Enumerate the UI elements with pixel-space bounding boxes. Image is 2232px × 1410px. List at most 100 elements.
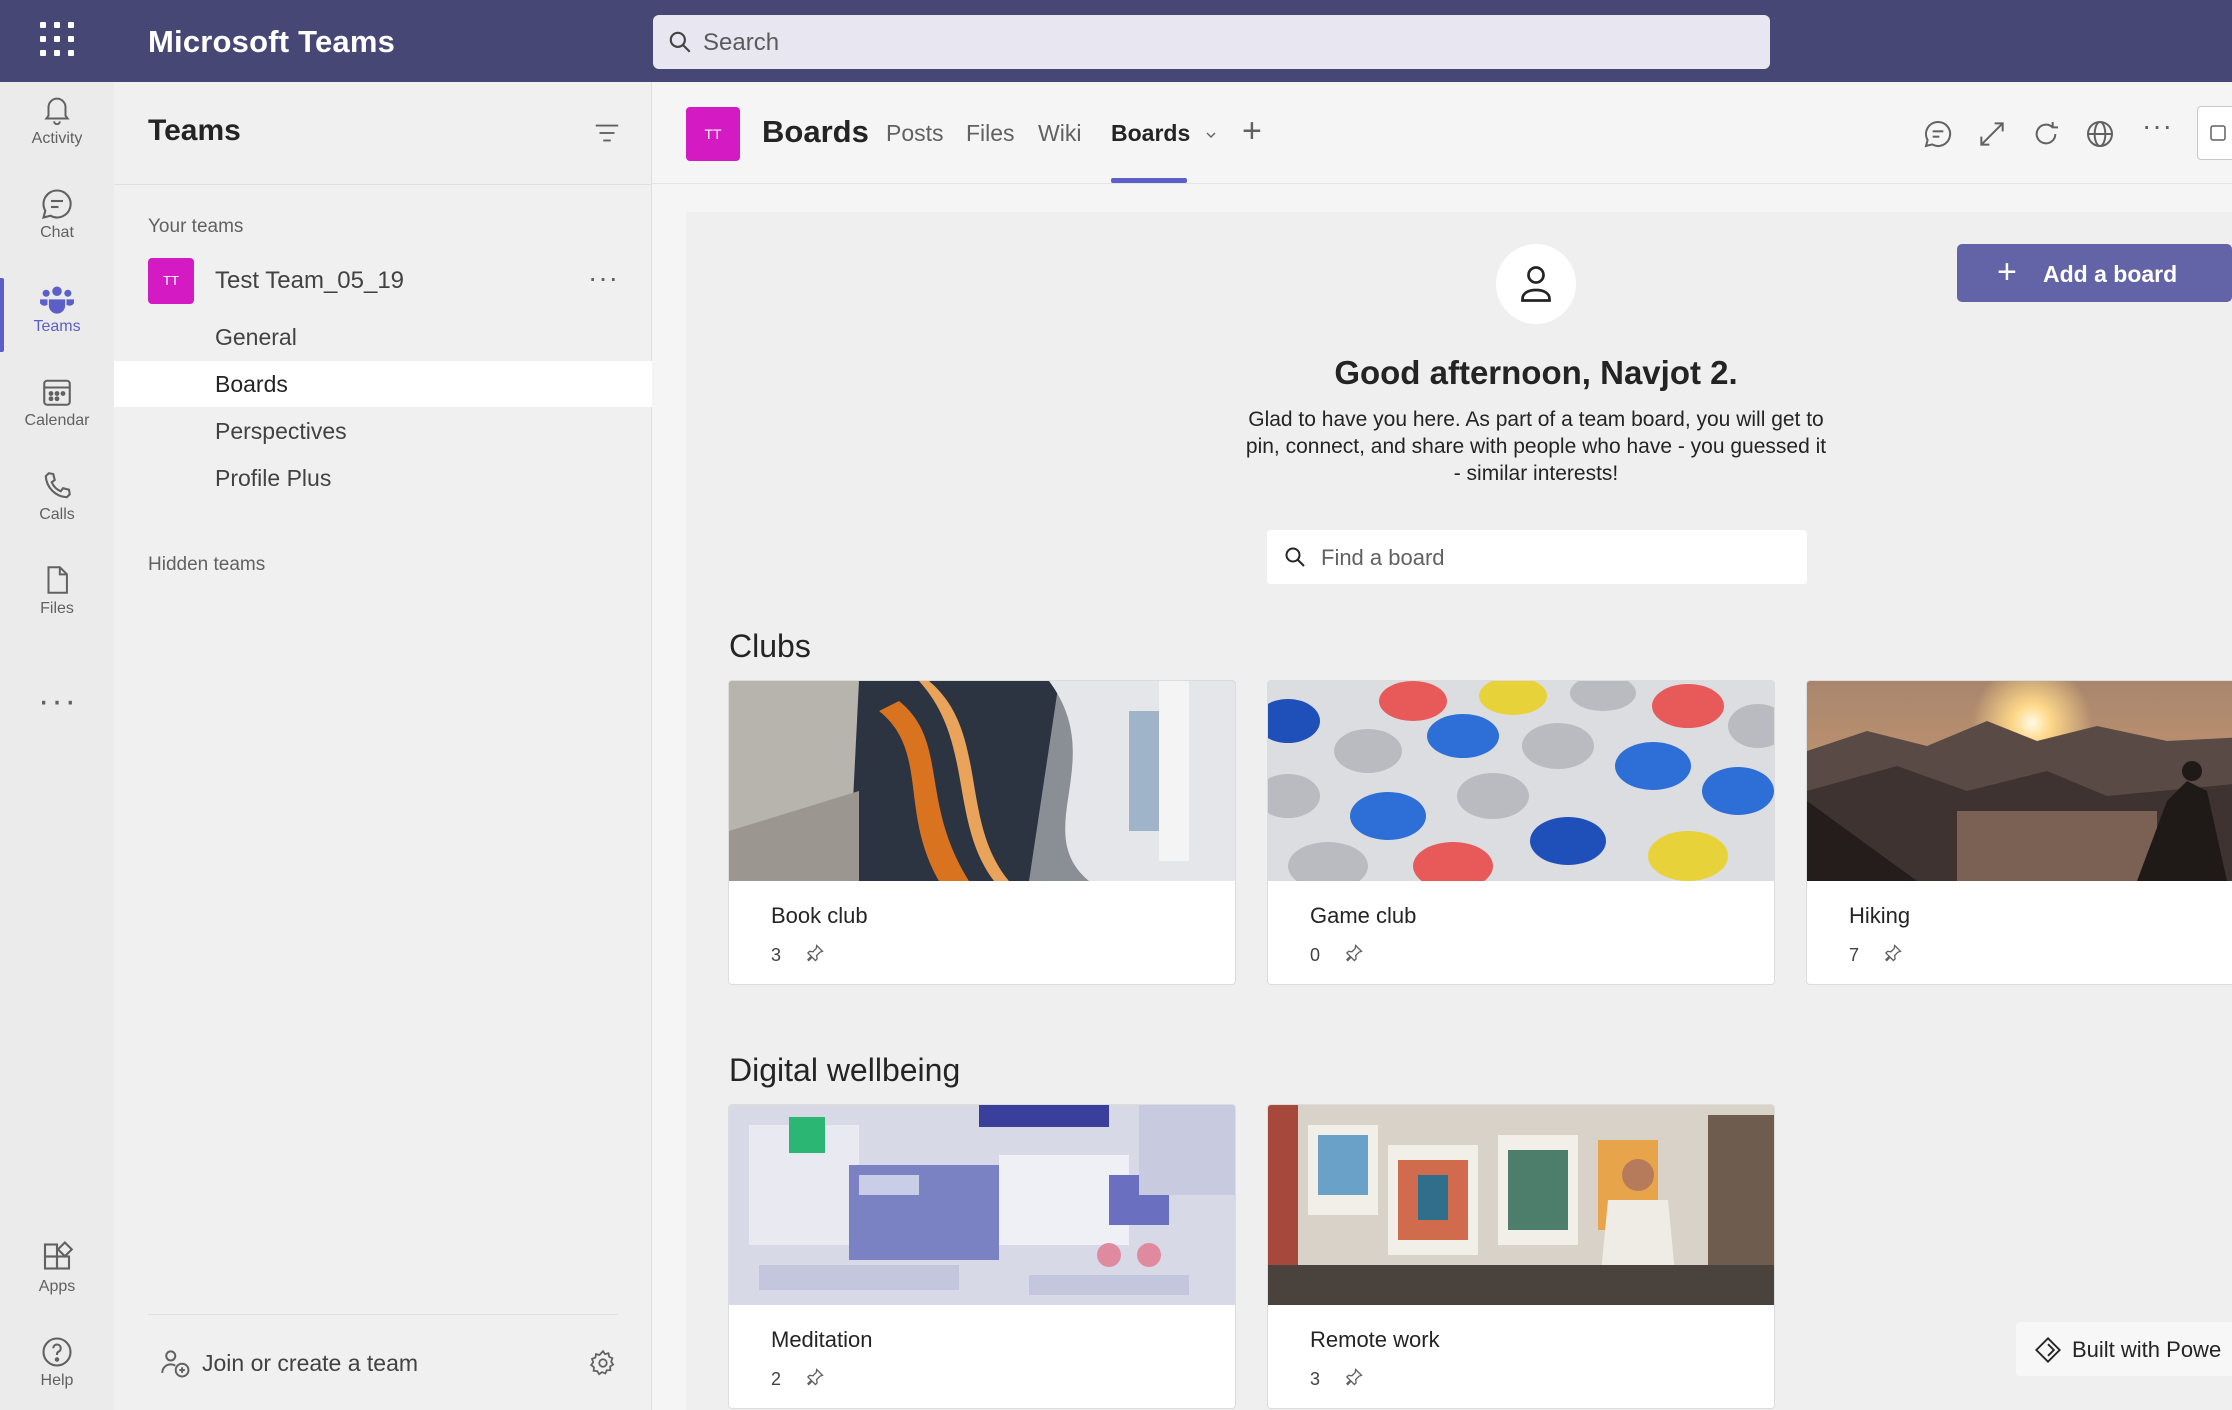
- app-launcher-icon[interactable]: [36, 18, 78, 60]
- board-card[interactable]: Meditation 2: [728, 1104, 1236, 1409]
- dashboard-collage-image: [729, 1105, 1235, 1305]
- rail-label-chat: Chat: [40, 224, 74, 241]
- add-people-icon: [161, 1350, 190, 1378]
- globe-icon[interactable]: [2084, 118, 2116, 150]
- rail-item-calendar[interactable]: Calendar: [0, 364, 114, 454]
- tab-wiki[interactable]: Wiki: [1038, 120, 1081, 147]
- phone-icon: [44, 472, 71, 499]
- card-name: Hiking: [1849, 903, 1911, 928]
- rail-label-teams: Teams: [33, 318, 81, 335]
- find-board-input[interactable]: Find a board: [1267, 530, 1807, 584]
- card-pin-count: 3: [771, 945, 782, 965]
- channel-profile-plus[interactable]: Profile Plus: [114, 455, 652, 501]
- pin-icon: [1345, 944, 1363, 962]
- power-apps-icon: [2035, 1337, 2061, 1363]
- person-icon: [1521, 266, 1551, 302]
- greeting: Good afternoon, Navjot 2.: [1334, 354, 1738, 391]
- channel-team-avatar: TT: [686, 107, 740, 161]
- intro-line-2: pin, connect, and share with people who …: [1245, 435, 1827, 458]
- intro-line-3: - similar interests!: [1453, 462, 1619, 485]
- gear-icon[interactable]: [588, 1348, 618, 1378]
- title-bar: Microsoft Teams Search: [0, 0, 2232, 82]
- tab-boards[interactable]: Boards: [1111, 120, 1219, 147]
- rail-item-files[interactable]: Files: [0, 552, 114, 642]
- search-icon: [1285, 547, 1305, 567]
- rail-label-apps: Apps: [38, 1278, 76, 1295]
- chevron-down-icon: [1206, 132, 1216, 138]
- rail-label-help: Help: [40, 1372, 74, 1389]
- rail-label-files: Files: [40, 600, 74, 617]
- built-with-power-apps-badge[interactable]: Built with Powe: [2016, 1322, 2232, 1376]
- card-pin-count: 7: [1849, 945, 1860, 965]
- search-icon: [669, 31, 691, 53]
- board-card[interactable]: Remote work 3: [1267, 1104, 1775, 1409]
- rail-more-icon[interactable]: ···: [38, 682, 78, 721]
- team-name: Test Team_05_19: [215, 267, 405, 294]
- join-create-team-button[interactable]: Join or create a team: [158, 1344, 638, 1384]
- teams-panel: Teams Your teams TT Test Team_05_19 ··· …: [114, 82, 652, 1410]
- panel-title: Teams: [148, 114, 241, 147]
- channel-boards[interactable]: Boards: [114, 361, 652, 407]
- pin-icon: [1884, 944, 1902, 962]
- board-card[interactable]: Game club 0: [1267, 680, 1775, 985]
- boards-content: + Add a board Good afternoon, Navjot 2. …: [686, 212, 2232, 1410]
- intro-line-1: Glad to have you here. As part of a team…: [1248, 408, 1824, 431]
- refresh-icon[interactable]: [2030, 118, 2062, 150]
- team-row[interactable]: TT Test Team_05_19 ···: [148, 258, 638, 306]
- board-card[interactable]: Book club 3: [728, 680, 1236, 985]
- find-board-placeholder: Find a board: [1321, 545, 1445, 570]
- rail-item-teams[interactable]: Teams: [0, 270, 114, 360]
- intro-text: Glad to have you here. As part of a team…: [1206, 406, 1866, 487]
- expand-icon[interactable]: [1976, 118, 2008, 150]
- plus-icon: +: [1997, 253, 2017, 291]
- bell-icon: [44, 97, 70, 126]
- team-more-icon[interactable]: ···: [588, 262, 619, 294]
- add-board-button[interactable]: + Add a board: [1957, 244, 2232, 302]
- rail-item-apps[interactable]: Apps: [0, 1230, 114, 1320]
- rail-label-calls: Calls: [39, 506, 75, 523]
- rail-item-help[interactable]: Help: [0, 1324, 114, 1410]
- search-placeholder: Search: [703, 29, 780, 56]
- tab-posts[interactable]: Posts: [886, 120, 944, 147]
- card-name: Meditation: [771, 1327, 873, 1352]
- rail-label-calendar: Calendar: [24, 412, 90, 429]
- board-card[interactable]: Hiking 7: [1806, 680, 2232, 985]
- channel-title: Boards: [762, 114, 869, 149]
- header-more-icon[interactable]: ···: [2142, 110, 2173, 142]
- pin-icon: [1345, 1368, 1363, 1386]
- pin-icon: [806, 1368, 824, 1386]
- rail-item-activity[interactable]: Activity: [0, 82, 114, 172]
- panel-footer-divider: [148, 1314, 618, 1315]
- meet-button[interactable]: [2197, 106, 2232, 160]
- panel-divider: [114, 184, 652, 185]
- user-avatar: [1496, 244, 1576, 324]
- app-rail: Activity Chat Teams Calendar Calls Files…: [0, 82, 114, 1410]
- join-create-label: Join or create a team: [202, 1350, 419, 1376]
- add-tab-button[interactable]: +: [1242, 112, 1262, 151]
- camera-icon: [2210, 125, 2226, 141]
- team-avatar: TT: [148, 258, 194, 304]
- card-name: Game club: [1310, 903, 1417, 928]
- section-title-clubs: Clubs: [729, 628, 811, 664]
- abstract-pages-image: [729, 681, 1235, 881]
- tab-boards-label: Boards: [1111, 120, 1191, 146]
- channel-perspectives[interactable]: Perspectives: [114, 408, 652, 454]
- mountain-sunset-image: [1807, 681, 2232, 881]
- add-board-label: Add a board: [2043, 261, 2178, 287]
- card-pin-count: 2: [771, 1369, 782, 1389]
- channel-general[interactable]: General: [114, 314, 652, 360]
- rail-item-chat[interactable]: Chat: [0, 176, 114, 266]
- search-input[interactable]: Search: [653, 15, 1770, 69]
- rail-item-calls[interactable]: Calls: [0, 458, 114, 548]
- hidden-teams-label[interactable]: Hidden teams: [148, 554, 265, 576]
- colored-discs-image: [1268, 681, 1774, 881]
- pin-icon: [806, 944, 824, 962]
- card-name: Book club: [771, 903, 868, 928]
- filter-icon[interactable]: [592, 118, 622, 148]
- your-teams-label: Your teams: [148, 216, 244, 237]
- tab-files[interactable]: Files: [966, 120, 1015, 147]
- section-title-digital-wellbeing: Digital wellbeing: [729, 1052, 961, 1088]
- card-pin-count: 3: [1310, 1369, 1321, 1389]
- calendar-icon: [43, 379, 71, 406]
- conversation-icon[interactable]: [1922, 118, 1954, 150]
